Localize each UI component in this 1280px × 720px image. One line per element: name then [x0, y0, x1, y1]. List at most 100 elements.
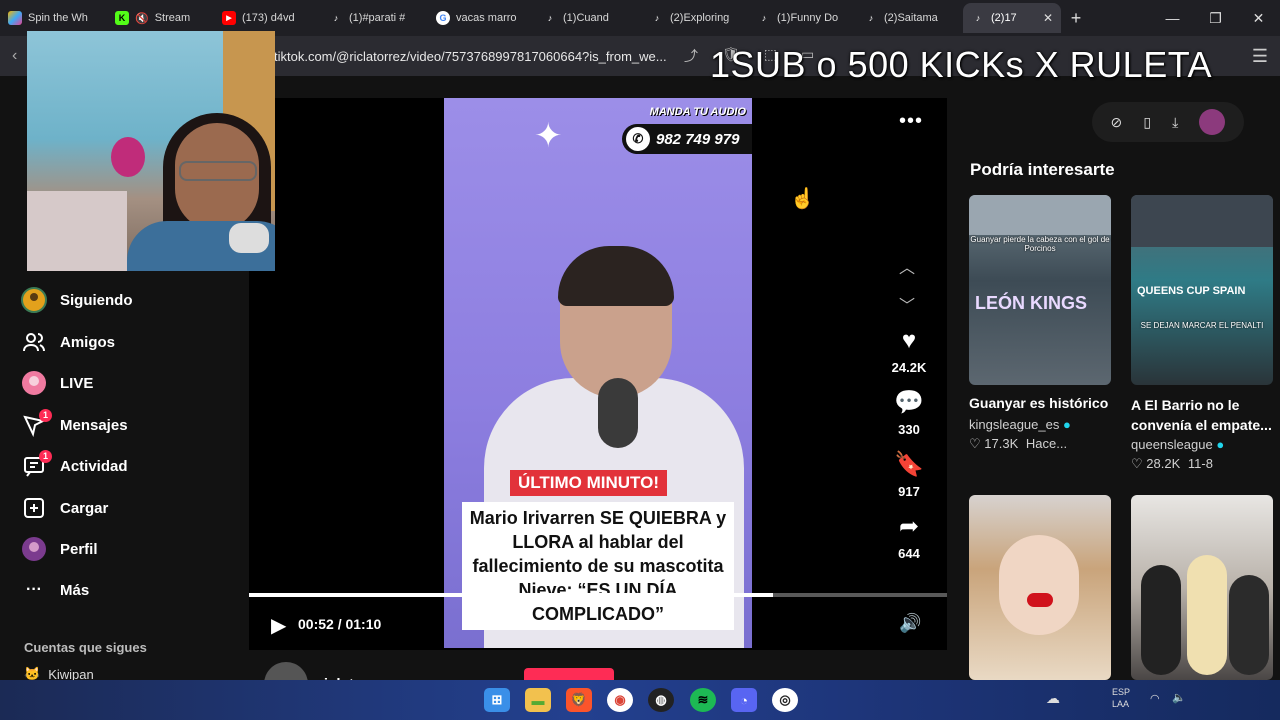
like-button[interactable]: ♥ 24.2K	[884, 328, 934, 376]
sidebar-item-mas[interactable]: ··· Más	[20, 576, 89, 604]
tab-spin-the-wheel[interactable]: Spin the Wh	[0, 3, 107, 33]
sidebar-item-label: Amigos	[60, 333, 116, 351]
new-tab-button[interactable]: +	[1061, 8, 1091, 29]
sidebar-item-live[interactable]: LIVE	[20, 369, 93, 397]
recommendation-card[interactable]: Guanyar pierde la cabeza con el gol de P…	[969, 195, 1111, 452]
kick-icon: K	[115, 11, 129, 25]
chrome-icon[interactable]: ◉	[607, 688, 633, 712]
like-count: 24.2K	[891, 360, 927, 375]
keyboard-language[interactable]: ESP LAA	[1112, 686, 1130, 710]
tab-google-search[interactable]: G vacas marro	[428, 3, 535, 33]
bookmark-icon: 🔖	[894, 451, 924, 478]
tab-youtube[interactable]: ▶ (173) d4vd	[214, 3, 321, 33]
video-subject-hair	[558, 246, 674, 306]
recommendation-card[interactable]: QUEENS CUP SPAIN SE DEJAN MARCAR EL PENA…	[1131, 195, 1273, 472]
sidebar-item-label: Cargar	[60, 499, 109, 517]
sidebar-item-siguiendo[interactable]: Siguiendo	[20, 286, 133, 314]
sidebar-item-label: Mensajes	[60, 416, 128, 434]
close-tab-icon[interactable]: ✕	[1043, 11, 1053, 25]
window-controls: — ❐ ✕	[1151, 0, 1280, 36]
back-icon[interactable]: ‹	[12, 47, 17, 65]
verified-icon: ●	[1062, 417, 1071, 432]
heart-outline-icon: ♡	[1131, 456, 1143, 471]
recommendation-card[interactable]	[969, 495, 1111, 680]
windows-start-icon[interactable]: ⊞	[484, 688, 510, 712]
author-handle: queensleague	[1131, 437, 1213, 452]
url-field[interactable]: tiktok.com/@riclatorrez/video/7573768997…	[274, 49, 667, 64]
tab-tiktok-saitama[interactable]: ♪ (2)Saitama	[856, 3, 963, 33]
volume-icon[interactable]: 🔊	[899, 613, 921, 634]
video-frame[interactable]: ✦ MANDA TU AUDIO ✆ 982 749 979 ÚLTIMO MI…	[444, 98, 752, 648]
comment-button[interactable]: 💬 330	[884, 390, 934, 438]
brave-icon[interactable]: 🦁	[566, 688, 592, 712]
follow-button[interactable]	[524, 668, 614, 680]
user-avatar[interactable]	[1199, 109, 1226, 135]
star-decoration-icon: ✦	[534, 117, 563, 155]
upload-icon	[20, 494, 48, 522]
thumb-big-text: LEÓN KINGS	[975, 293, 1088, 313]
browser-menu-icon[interactable]: ☰	[1252, 46, 1268, 67]
tab-tiktok-exploring[interactable]: ♪ (2)Exploring	[642, 3, 749, 33]
tab-tiktok-funny[interactable]: ♪ (1)Funny Do	[749, 3, 856, 33]
recommendation-thumbnail[interactable]: Guanyar pierde la cabeza con el gol de P…	[969, 195, 1111, 385]
profile-avatar-icon	[20, 535, 48, 563]
sidebar-item-mensajes[interactable]: 1 Mensajes	[20, 409, 128, 439]
recommendation-thumbnail[interactable]	[969, 495, 1111, 680]
onedrive-cloud-icon[interactable]: ☁	[1046, 690, 1060, 707]
muted-icon[interactable]: 🔇	[135, 12, 149, 25]
save-button[interactable]: 🔖 917	[884, 451, 934, 500]
sidebar-item-perfil[interactable]: Perfil	[20, 535, 98, 563]
tab-tiktok-active[interactable]: ♪ (2)17 ✕	[963, 3, 1061, 33]
close-window-icon[interactable]: ✕	[1237, 0, 1280, 36]
following-avatar-icon	[20, 286, 48, 314]
speaker-icon[interactable]: 🔈	[1172, 691, 1186, 704]
tab-tiktok-cuando[interactable]: ♪ (1)Cuand	[535, 3, 642, 33]
recommendation-card[interactable]	[1131, 495, 1273, 680]
more-options-icon[interactable]: •••	[899, 110, 923, 133]
tab-title: (173) d4vd	[242, 12, 295, 24]
minimize-icon[interactable]: —	[1151, 0, 1194, 36]
notification-badge: 1	[39, 409, 52, 422]
previous-video-icon[interactable]: ︿	[899, 254, 915, 278]
wifi-icon[interactable]: ◠	[1150, 692, 1160, 705]
friends-icon	[20, 328, 48, 356]
tiktok-icon: ♪	[333, 13, 339, 23]
author-handle: kingsleague_es	[969, 417, 1060, 432]
recommendation-thumbnail[interactable]: QUEENS CUP SPAIN SE DEJAN MARCAR EL PENA…	[1131, 195, 1273, 385]
thumb-caption: SE DEJAN MARCAR EL PENALTI	[1140, 321, 1264, 330]
recommendation-author: kingsleague_es ●	[969, 417, 1111, 432]
next-video-icon[interactable]: ﹀	[899, 292, 915, 316]
thumb-figure	[1187, 555, 1227, 675]
recommendations-title: Podría interesarte	[970, 160, 1115, 179]
phone-icon[interactable]: ▯	[1143, 114, 1151, 131]
recommendation-thumbnail[interactable]	[1131, 495, 1273, 680]
tab-title: (2)17	[991, 12, 1017, 24]
file-explorer-icon[interactable]: ▬	[525, 688, 551, 712]
play-icon[interactable]: ▶	[271, 613, 286, 638]
tab-stream[interactable]: K 🔇 Stream	[107, 3, 214, 33]
discord-icon[interactable]: ◔	[731, 688, 757, 712]
download-icon[interactable]: ⤓	[1172, 114, 1178, 131]
recommendation-caption: Guanyar es histórico	[969, 395, 1109, 411]
google-icon: G	[436, 11, 450, 25]
progress-bar[interactable]	[249, 593, 947, 597]
share-arrow-icon: ➦	[898, 513, 920, 540]
sidebar-item-amigos[interactable]: Amigos	[20, 328, 115, 356]
video-player[interactable]: ✦ MANDA TU AUDIO ✆ 982 749 979 ÚLTIMO MI…	[249, 98, 947, 650]
tab-tiktok-parati[interactable]: ♪ (1)#parati #	[321, 3, 428, 33]
webcam-bed	[27, 191, 127, 271]
post-date: Hace...	[1025, 436, 1068, 451]
streamlabs-icon[interactable]: ◎	[772, 688, 798, 712]
sidebar-item-cargar[interactable]: Cargar	[20, 494, 108, 522]
thumb-figure	[1229, 575, 1269, 675]
audio-promo: MANDA TU AUDIO ✆ 982 749 979	[620, 102, 752, 154]
maximize-icon[interactable]: ❐	[1194, 0, 1237, 36]
recommendation-caption: A El Barrio no le convenía el empate...	[1131, 397, 1272, 433]
sidebar-item-actividad[interactable]: 1 Actividad	[20, 450, 128, 480]
spotify-icon[interactable]: ≋	[690, 688, 716, 712]
coin-icon[interactable]: ⊘	[1111, 114, 1123, 131]
share-button[interactable]: ➦ 644	[884, 513, 934, 562]
tab-title: (1)Funny Do	[777, 12, 839, 24]
obs-icon[interactable]: ◍	[648, 688, 674, 712]
share-icon[interactable]: ⤴	[684, 46, 698, 66]
